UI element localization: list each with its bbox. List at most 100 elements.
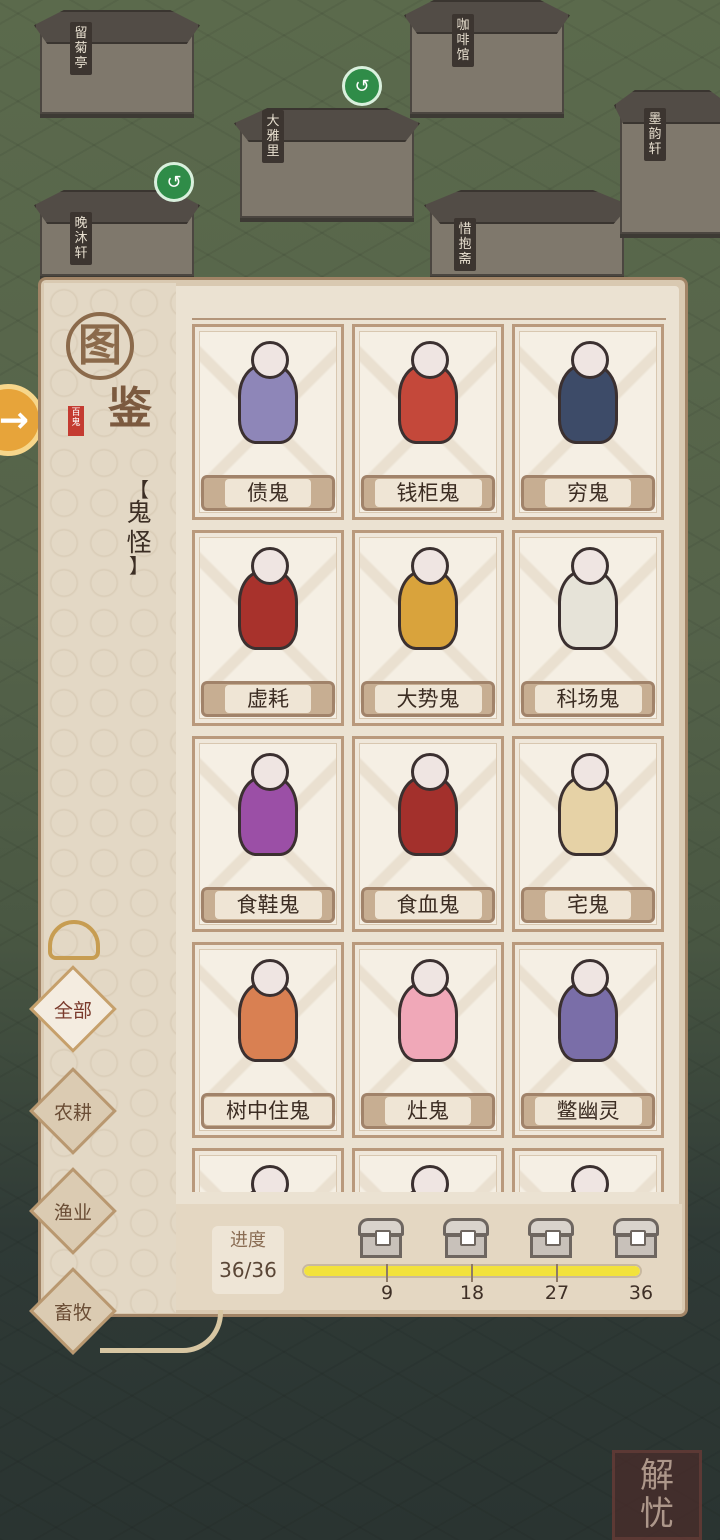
ghost-portrait [385,341,471,459]
codex-title-first-char: 图 [66,312,134,380]
seal-char: 解 [640,1456,674,1496]
ghost-portrait [385,1165,471,1192]
ghost-figure [558,1165,618,1192]
ghost-portrait [225,753,311,871]
ghost-card[interactable]: 食鞋鬼 [192,736,344,932]
filter-tab-farming[interactable]: 农耕 [28,1066,118,1156]
building[interactable] [34,10,200,114]
ghost-figure [238,547,298,650]
ghost-name: 灶鬼 [385,1097,471,1125]
filter-tab-label: 全部 [53,999,92,1022]
building-sign: 咖啡馆 [452,14,474,67]
ghost-figure [398,1165,458,1192]
ghost-figure [558,959,618,1062]
ghost-name-plate: 灶鬼 [361,1093,495,1129]
ghost-card[interactable]: 钱柜鬼 [352,324,504,520]
ghost-name-plate: 大势鬼 [361,681,495,717]
ghost-name-plate: 钱柜鬼 [361,475,495,511]
reward-chest-icon[interactable] [613,1218,659,1258]
ghost-name: 大势鬼 [374,685,482,713]
ghost-portrait [385,753,471,871]
map-marker-icon[interactable]: ↺ [342,66,382,106]
ghost-figure [398,959,458,1062]
reward-chest-icon[interactable] [443,1218,489,1258]
filter-tab-label: 渔业 [53,1201,92,1224]
ghost-name-plate: 虚耗 [201,681,335,717]
building-sign: 大雅里 [262,110,284,163]
ghost-card[interactable]: 树中住鬼 [192,942,344,1138]
ghost-name: 穷鬼 [545,479,631,507]
ghost-figure [238,753,298,856]
ghost-figure [558,753,618,856]
ghost-name: 钱柜鬼 [374,479,482,507]
milestone-tick [471,1264,473,1282]
map-marker-icon[interactable]: ↺ [154,162,194,202]
ghost-name-plate: 树中住鬼 [201,1093,335,1129]
milestone-label: 27 [544,1282,570,1304]
ghost-card[interactable] [512,1148,664,1192]
ghost-card[interactable]: 大势鬼 [352,530,504,726]
ghost-name-plate: 食鞋鬼 [201,887,335,923]
ghost-portrait [545,341,631,459]
ghost-name: 债鬼 [225,479,311,507]
category-title: 【 鬼 怪 】 [126,478,152,578]
building-sign: 留菊亭 [70,22,92,75]
ghost-portrait [225,341,311,459]
ghost-card-grid[interactable]: 债鬼 钱柜鬼 穷鬼虚耗 大势鬼 科场鬼食鞋鬼 食血鬼 宅鬼树中住鬼 灶鬼 鳖幽灵 [186,316,676,1192]
ghost-card[interactable]: 穷鬼 [512,324,664,520]
filter-tab-fishing[interactable]: 渔业 [28,1166,118,1256]
ghost-card[interactable] [192,1148,344,1192]
seal-char: 忧 [640,1494,674,1534]
ghost-card[interactable]: 食血鬼 [352,736,504,932]
reward-chest-icon[interactable] [358,1218,404,1258]
ghost-figure [398,547,458,650]
ghost-card[interactable] [352,1148,504,1192]
ghost-figure [398,341,458,444]
building[interactable] [34,190,200,276]
filter-tab-label: 畜牧 [53,1301,92,1324]
ghost-card[interactable]: 灶鬼 [352,942,504,1138]
ghost-card[interactable]: 宅鬼 [512,736,664,932]
ghost-card[interactable]: 鳖幽灵 [512,942,664,1138]
building[interactable] [614,90,720,234]
ghost-name-plate: 宅鬼 [521,887,655,923]
building-sign: 晚沐轩 [70,212,92,265]
milestone-label: 9 [380,1282,394,1304]
ghost-portrait [385,547,471,665]
ghost-figure [238,959,298,1062]
solve-worries-button[interactable]: 解 忧 [612,1450,702,1540]
building[interactable] [404,0,570,114]
ghost-portrait [225,1165,311,1192]
ghost-card[interactable]: 虚耗 [192,530,344,726]
ghost-card[interactable]: 债鬼 [192,324,344,520]
ghost-name: 宅鬼 [545,891,631,919]
reward-chest-icon[interactable] [528,1218,574,1258]
progress-title: 进度 [230,1230,266,1251]
progress-value: 36/36 [219,1258,277,1282]
ghost-figure [558,547,618,650]
milestone-label: 36 [628,1282,654,1304]
ghost-name-plate: 食血鬼 [361,887,495,923]
ghost-portrait [545,547,631,665]
ghost-figure [398,753,458,856]
filter-tab-label: 农耕 [53,1101,92,1124]
ghost-name: 科场鬼 [534,685,642,713]
ghost-portrait [545,959,631,1077]
ghost-card[interactable]: 科场鬼 [512,530,664,726]
ghost-name: 鳖幽灵 [534,1097,642,1125]
ghost-name-plate: 穷鬼 [521,475,655,511]
milestone-label: 18 [459,1282,485,1304]
ghost-name-plate: 债鬼 [201,475,335,511]
ghost-figure [238,341,298,444]
filter-tab-all[interactable]: 全部 [28,964,118,1054]
ghost-name-plate: 鳖幽灵 [521,1093,655,1129]
ghost-figure [238,1165,298,1192]
ghost-figure [558,341,618,444]
ghost-portrait [385,959,471,1077]
codex-stamp: 百鬼 [68,406,84,436]
codex-title-second-char: 鉴 [108,383,152,434]
ghost-name: 树中住鬼 [204,1097,332,1125]
ghost-portrait [545,753,631,871]
milestone-tick [556,1264,558,1282]
milestone-tick [386,1264,388,1282]
